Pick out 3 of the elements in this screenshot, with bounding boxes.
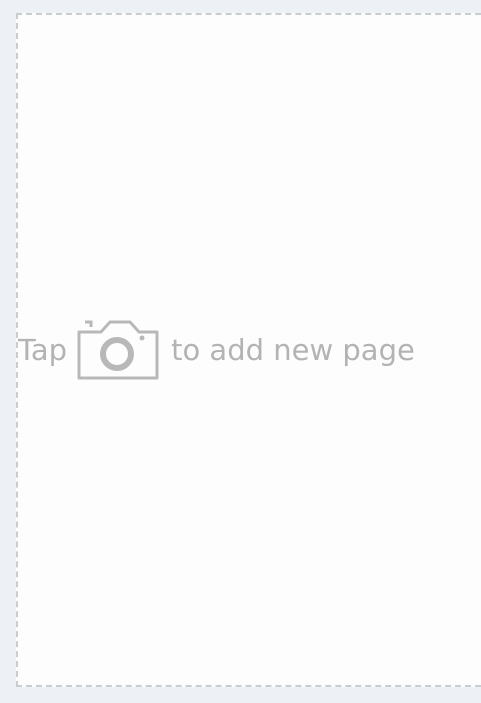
tap-text: Tap — [18, 333, 68, 367]
drop-area[interactable]: Tap to add new page — [16, 13, 481, 687]
instruction-text: to add new page — [171, 333, 415, 367]
